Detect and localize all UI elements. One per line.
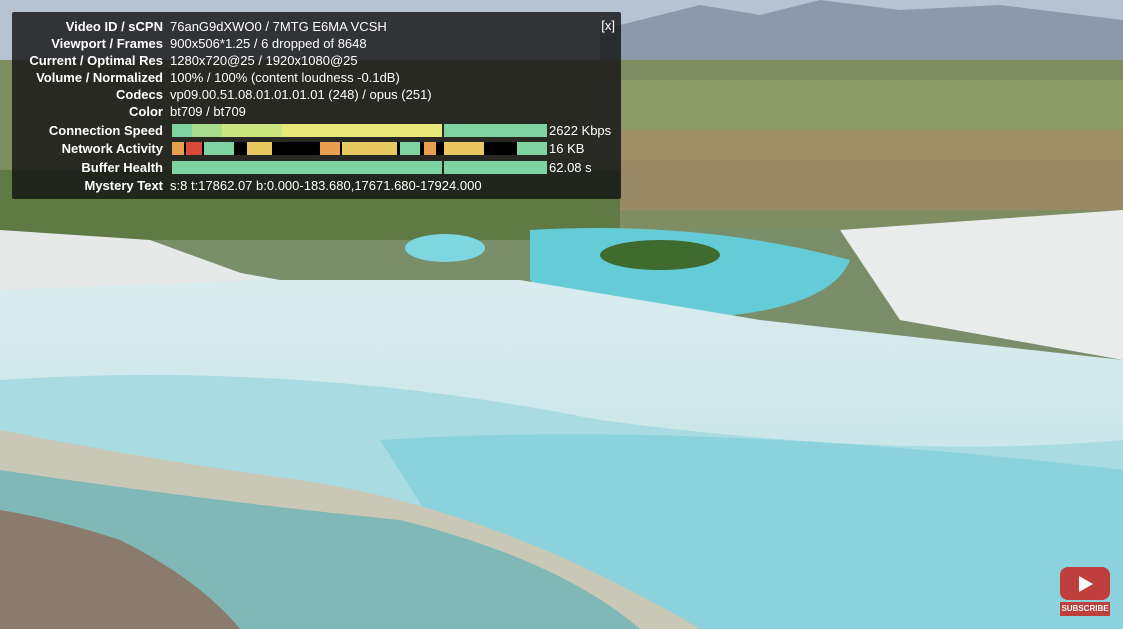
- stat-value: 76anG9dXWO0 / 7MTG E6MA VCSH: [170, 19, 387, 34]
- youtube-logo-icon: [1060, 567, 1110, 600]
- stat-value: 2622 Kbps: [549, 123, 612, 138]
- stat-label: Mystery Text: [84, 178, 163, 193]
- stat-label: Volume / Normalized: [36, 70, 163, 85]
- stat-value: 1280x720@25 / 1920x1080@25: [170, 53, 358, 68]
- buffer-health-graph: [172, 161, 547, 174]
- stat-value: bt709 / bt709: [170, 104, 246, 119]
- stat-value: s:8 t:17862.07 b:0.000-183.680,17671.680…: [170, 178, 482, 193]
- stat-label: Buffer Health: [81, 160, 163, 175]
- stat-label: Video ID / sCPN: [65, 19, 163, 34]
- stat-row-network-activity: Network Activity 16 KB: [12, 140, 621, 157]
- stat-label: Color: [129, 104, 163, 119]
- stat-value: vp09.00.51.08.01.01.01.01 (248) / opus (…: [170, 87, 432, 102]
- connection-speed-graph: [172, 124, 547, 137]
- stats-for-nerds-panel: [x] Video ID / sCPN 76anG9dXWO0 / 7MTG E…: [12, 12, 621, 199]
- stat-value: 62.08 s: [549, 160, 592, 175]
- stat-value: 100% / 100% (content loudness -0.1dB): [170, 70, 400, 85]
- stat-label: Viewport / Frames: [51, 36, 163, 51]
- network-activity-graph: [172, 142, 547, 155]
- close-button[interactable]: [x]: [601, 18, 615, 33]
- stat-label: Current / Optimal Res: [29, 53, 163, 68]
- stat-value: 16 KB: [549, 141, 585, 156]
- stat-row-connection-speed: Connection Speed 2622 Kbps: [12, 122, 621, 139]
- subscribe-label: SUBSCRIBE: [1060, 602, 1110, 616]
- stat-label: Connection Speed: [48, 123, 163, 138]
- subscribe-button[interactable]: SUBSCRIBE: [1060, 567, 1110, 617]
- stat-row-buffer-health: Buffer Health 62.08 s: [12, 159, 621, 176]
- stat-label: Codecs: [116, 87, 163, 102]
- play-icon: [1079, 576, 1093, 592]
- stat-label: Network Activity: [61, 141, 163, 156]
- stat-value: 900x506*1.25 / 6 dropped of 8648: [170, 36, 367, 51]
